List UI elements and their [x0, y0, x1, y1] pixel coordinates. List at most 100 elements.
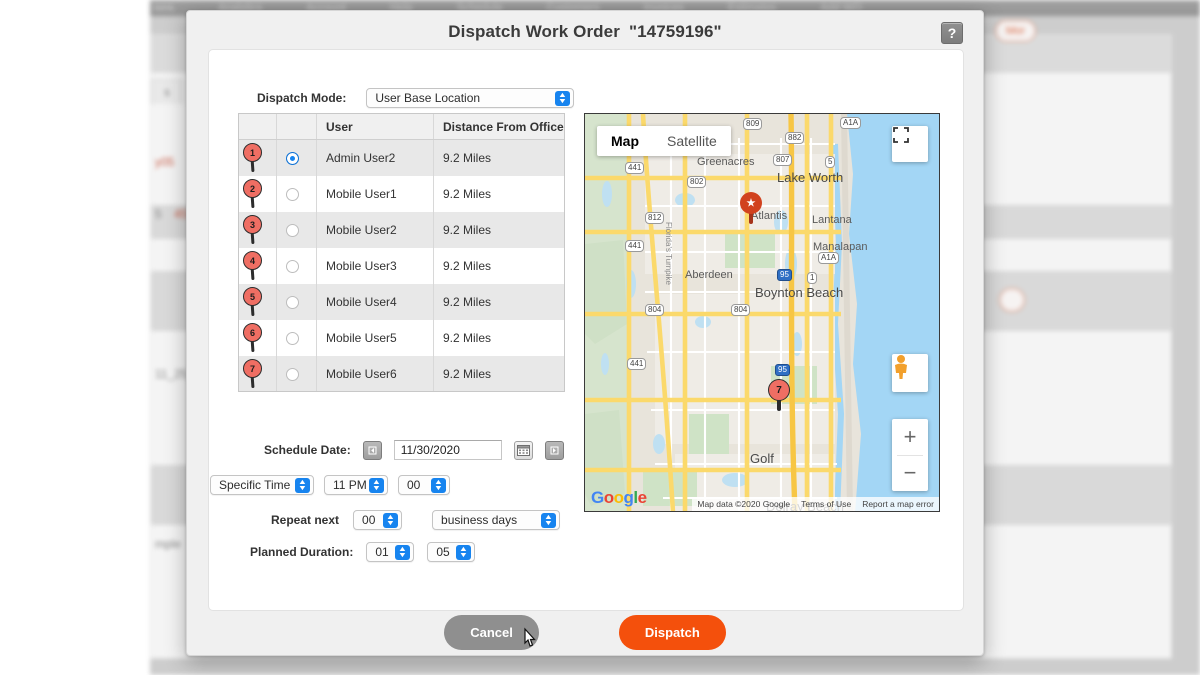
- google-map[interactable]: 809 882 A1A 807 5 441 802 812 441 804 80…: [584, 113, 940, 512]
- map-label-lake-worth: Lake Worth: [777, 170, 844, 185]
- chevron-updown-icon: ▲ ▼: [431, 478, 446, 493]
- route-shield-i95-2: 95: [775, 364, 790, 376]
- row-radio-cell[interactable]: [277, 284, 317, 320]
- schedule-date-label: Schedule Date:: [264, 443, 351, 457]
- background-tab-0[interactable]: s: [151, 79, 183, 104]
- dialog-title-bar: Dispatch Work Order "14759196": [187, 11, 983, 53]
- column-header-pin: [239, 114, 277, 139]
- map-marker-office[interactable]: ★: [740, 192, 762, 224]
- route-shield-i95: 95: [777, 269, 792, 281]
- distance-value: 9.2 Miles: [443, 259, 492, 273]
- background-row-link[interactable]: y05: [151, 146, 178, 178]
- duration-hours-select[interactable]: 01 ▲ ▼: [366, 542, 415, 562]
- chevron-updown-icon: ▲ ▼: [395, 545, 411, 560]
- background-nav-item-0[interactable]: ions: [154, 2, 174, 14]
- route-shield-a1a: A1A: [840, 117, 862, 129]
- schedule-date-input[interactable]: [393, 440, 502, 460]
- radio-button[interactable]: [286, 187, 299, 201]
- duration-minutes-value: 05: [436, 545, 450, 559]
- route-shield-804: 804: [645, 304, 665, 316]
- chevron-updown-icon: ▲ ▼: [369, 478, 384, 493]
- table-row[interactable]: 3 Mobile User2 9.2 Miles: [239, 212, 564, 248]
- radio-button[interactable]: [286, 295, 299, 309]
- table-row[interactable]: 2 Mobile User1 9.2 Miles: [239, 176, 564, 212]
- pin-number: 4: [243, 251, 262, 270]
- minute-select[interactable]: 00 ▲ ▼: [398, 475, 450, 495]
- user-name: Admin User2: [317, 140, 434, 176]
- pin-number: 2: [243, 179, 262, 198]
- user-name: Mobile User5: [317, 320, 434, 356]
- user-name: Mobile User6: [317, 356, 434, 391]
- users-table: User Distance From Office 1 Admin User2 …: [238, 113, 565, 392]
- background-icon-button[interactable]: [999, 288, 1025, 312]
- pin-number: 3: [243, 215, 262, 234]
- route-shield-441c: 441: [627, 358, 647, 370]
- repeat-count-value: 00: [362, 513, 376, 527]
- users-table-header: User Distance From Office: [239, 114, 564, 140]
- distance-value: 9.2 Miles: [443, 151, 492, 165]
- table-row[interactable]: 6 Mobile User5 9.2 Miles: [239, 320, 564, 356]
- dispatch-button[interactable]: Dispatch: [618, 614, 726, 650]
- map-type-switch[interactable]: Map Satellite: [597, 126, 731, 156]
- column-header-user: User: [317, 114, 434, 139]
- dispatch-mode-select[interactable]: User Base Location ▲ ▼: [366, 88, 575, 108]
- planned-duration-label: Planned Duration:: [250, 545, 354, 559]
- schedule-date-row: Schedule Date:: [264, 440, 564, 460]
- map-pin-icon: 3: [239, 212, 277, 248]
- table-row[interactable]: 1 Admin User2 9.2 Miles: [239, 140, 564, 176]
- map-label-lantana: Lantana: [812, 214, 852, 226]
- prev-arrow-icon[interactable]: [362, 440, 382, 460]
- terms-of-use-link[interactable]: Terms of Use: [801, 499, 851, 509]
- route-shield-804b: 804: [731, 304, 751, 316]
- repeat-count-select[interactable]: 00 ▲ ▼: [353, 510, 403, 530]
- chevron-updown-icon: ▲ ▼: [383, 513, 399, 528]
- table-row[interactable]: 5 Mobile User4 9.2 Miles: [239, 284, 564, 320]
- map-label-boynton-beach: Boynton Beach: [755, 285, 844, 300]
- duration-minutes-select[interactable]: 05 ▲ ▼: [427, 542, 476, 562]
- table-row[interactable]: 4 Mobile User3 9.2 Miles: [239, 248, 564, 284]
- radio-button[interactable]: [286, 367, 299, 381]
- cancel-button[interactable]: Cancel: [444, 614, 539, 650]
- radio-button[interactable]: [286, 331, 299, 345]
- row-radio-cell[interactable]: [277, 140, 317, 176]
- route-shield-1: 1: [807, 272, 818, 284]
- distance-value: 9.2 Miles: [443, 295, 492, 309]
- pin-number: 7: [243, 359, 262, 378]
- radio-button[interactable]: [286, 151, 299, 165]
- row-radio-cell[interactable]: [277, 248, 317, 284]
- map-type-satellite[interactable]: Satellite: [653, 126, 731, 156]
- dispatch-mode-label: Dispatch Mode:: [257, 91, 347, 105]
- map-marker-user-7[interactable]: 7: [768, 379, 790, 411]
- map-label-aberdeen: Aberdeen: [685, 269, 733, 281]
- row-radio-cell[interactable]: [277, 212, 317, 248]
- background-more-button[interactable]: Mor: [995, 20, 1036, 42]
- hour-select[interactable]: 11 PM ▲ ▼: [324, 475, 388, 495]
- map-type-map[interactable]: Map: [597, 126, 653, 156]
- calendar-icon[interactable]: [513, 440, 533, 460]
- planned-duration-row: Planned Duration: 01 ▲ ▼ 05 ▲ ▼: [250, 542, 476, 562]
- route-shield-5: 5: [825, 156, 836, 168]
- help-icon[interactable]: ?: [941, 22, 963, 44]
- radio-button[interactable]: [286, 259, 299, 273]
- map-pin-icon: 2: [239, 176, 277, 212]
- distance-value: 9.2 Miles: [443, 367, 492, 381]
- repeat-unit-select[interactable]: business days ▲ ▼: [432, 510, 561, 530]
- row-radio-cell[interactable]: [277, 356, 317, 391]
- minute-value: 00: [407, 478, 421, 492]
- time-mode-select[interactable]: Specific Time ▲ ▼: [210, 475, 314, 495]
- map-pin-icon: 7: [239, 356, 277, 391]
- table-row[interactable]: 7 Mobile User6 9.2 Miles: [239, 356, 564, 391]
- map-pin-icon: 6: [239, 320, 277, 356]
- radio-button[interactable]: [286, 223, 299, 237]
- route-shield-441b: 441: [625, 240, 645, 252]
- next-arrow-icon[interactable]: [544, 440, 564, 460]
- report-map-error-link[interactable]: Report a map error: [862, 499, 934, 509]
- row-radio-cell[interactable]: [277, 320, 317, 356]
- zoom-in-button[interactable]: +: [892, 419, 928, 455]
- fullscreen-icon[interactable]: [892, 126, 928, 162]
- zoom-controls[interactable]: + −: [892, 419, 928, 491]
- user-name: Mobile User3: [317, 248, 434, 284]
- row-radio-cell[interactable]: [277, 176, 317, 212]
- street-view-pegman-icon[interactable]: [892, 354, 928, 392]
- zoom-out-button[interactable]: −: [892, 456, 928, 492]
